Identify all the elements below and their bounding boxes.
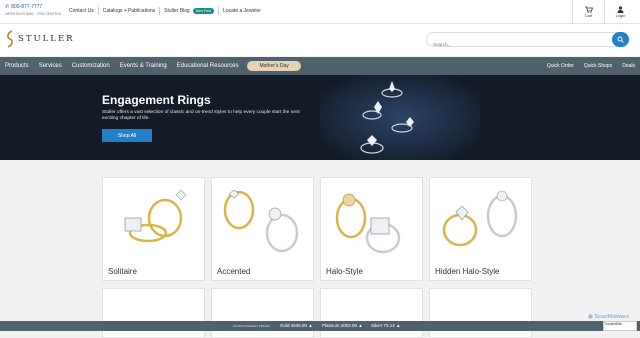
cart-icon xyxy=(584,6,593,13)
market-prices-note: 3/1/2024 MARKET PRICES xyxy=(233,324,270,328)
category-label: Solitaire xyxy=(108,267,137,276)
user-icon xyxy=(617,6,624,13)
category-label: Accented xyxy=(217,267,251,276)
search-input[interactable] xyxy=(433,42,603,47)
main-nav: Products Services Customization Events &… xyxy=(0,57,640,75)
top-utility-bar: ✆ 800-877-7777 WEEKDAYS 8AM - 7PM CENTRA… xyxy=(0,0,640,24)
hero-rings-image xyxy=(320,75,480,160)
nav-educational-resources[interactable]: Educational Resources xyxy=(172,63,244,69)
login-button[interactable]: Login xyxy=(604,0,636,24)
nav-products[interactable]: Products xyxy=(0,63,34,69)
site-header: STULLER xyxy=(0,24,640,56)
platinum-price: Platinum 2002.00 ▲ xyxy=(322,323,363,328)
hidden-halo-ring-image xyxy=(442,190,518,247)
up-arrow-icon: ▲ xyxy=(396,323,401,328)
category-card-halo-style[interactable]: Halo-Style xyxy=(320,177,423,281)
watermark-text: ScanMalware xyxy=(594,314,630,320)
login-label: Login xyxy=(615,13,626,18)
category-card-solitaire[interactable]: Solitaire xyxy=(102,177,205,281)
blog-link-label[interactable]: Stuller Blog xyxy=(164,8,190,14)
catalogs-link[interactable]: Catalogs + Publications xyxy=(99,8,159,14)
gold-price-value: Gold 4636.90 xyxy=(280,323,308,328)
category-card-hidden-halo-style[interactable]: Hidden Halo-Style xyxy=(429,177,532,281)
trusted-site-text: TrustedSite xyxy=(604,322,622,326)
search-icon xyxy=(617,36,624,43)
contact-us-link[interactable]: Contact Us xyxy=(65,8,98,14)
solitaire-ring-image xyxy=(124,189,187,243)
metal-price-ticker: 3/1/2024 MARKET PRICES Gold 4636.90 ▲ Pl… xyxy=(0,321,640,331)
trusted-site-badge[interactable]: TrustedSite xyxy=(603,321,637,331)
blog-link[interactable]: Stuller Blog New Post xyxy=(160,8,218,14)
nav-mothers-day[interactable]: Mother's Day xyxy=(247,61,301,71)
top-links: Contact Us Catalogs + Publications Stull… xyxy=(65,0,265,22)
halo-ring-image xyxy=(335,193,401,254)
locate-jeweler-link[interactable]: Locate a Jeweler xyxy=(219,8,265,14)
category-card-accented[interactable]: Accented xyxy=(211,177,314,281)
logo-swirl-icon xyxy=(7,30,13,48)
up-arrow-icon: ▲ xyxy=(358,323,363,328)
cart-button[interactable]: Cart xyxy=(572,0,604,24)
nav-right: Quick Order Quick Shops Deals xyxy=(542,57,640,75)
silver-price-value: Silver 73.14 xyxy=(371,323,395,328)
nav-quick-order[interactable]: Quick Order xyxy=(542,63,579,69)
phone-number[interactable]: 800-877-7777 xyxy=(11,4,42,10)
up-arrow-icon: ▲ xyxy=(308,323,313,328)
nav-quick-shops[interactable]: Quick Shops xyxy=(579,63,617,69)
cart-label: Cart xyxy=(584,13,593,18)
hero-banner: Engagement Rings Stuller offers a vast s… xyxy=(0,75,640,160)
nav-events-training[interactable]: Events & Training xyxy=(115,63,172,69)
scanmalware-watermark: ◉ ScanMalware xyxy=(588,314,629,320)
platinum-price-value: Platinum 2002.00 xyxy=(322,323,358,328)
nav-services[interactable]: Services xyxy=(34,63,67,69)
nav-customization[interactable]: Customization xyxy=(67,63,115,69)
phone-contact[interactable]: ✆ 800-877-7777 WEEKDAYS 8AM - 7PM CENTRA… xyxy=(5,4,62,16)
gold-price: Gold 4636.90 ▲ xyxy=(280,323,313,328)
logo-text: STULLER xyxy=(18,34,75,44)
search-button[interactable] xyxy=(612,32,629,47)
hero-text: Stuller offers a vast selection of class… xyxy=(102,110,300,122)
stuller-logo[interactable]: STULLER xyxy=(5,29,75,49)
category-label: Hidden Halo-Style xyxy=(435,267,500,276)
new-post-badge: New Post xyxy=(192,8,215,14)
accented-ring-image xyxy=(223,189,299,253)
nav-deals[interactable]: Deals xyxy=(617,63,640,69)
shield-icon: ◉ xyxy=(588,314,593,320)
hero-title: Engagement Rings xyxy=(102,93,211,107)
category-label: Halo-Style xyxy=(326,267,363,276)
phone-icon: ✆ xyxy=(5,4,10,10)
phone-hours: WEEKDAYS 8AM - 7PM CENTRAL xyxy=(5,12,62,16)
search-bar xyxy=(426,32,629,47)
shop-all-button[interactable]: Shop All xyxy=(102,129,152,142)
silver-price: Silver 73.14 ▲ xyxy=(371,323,401,328)
